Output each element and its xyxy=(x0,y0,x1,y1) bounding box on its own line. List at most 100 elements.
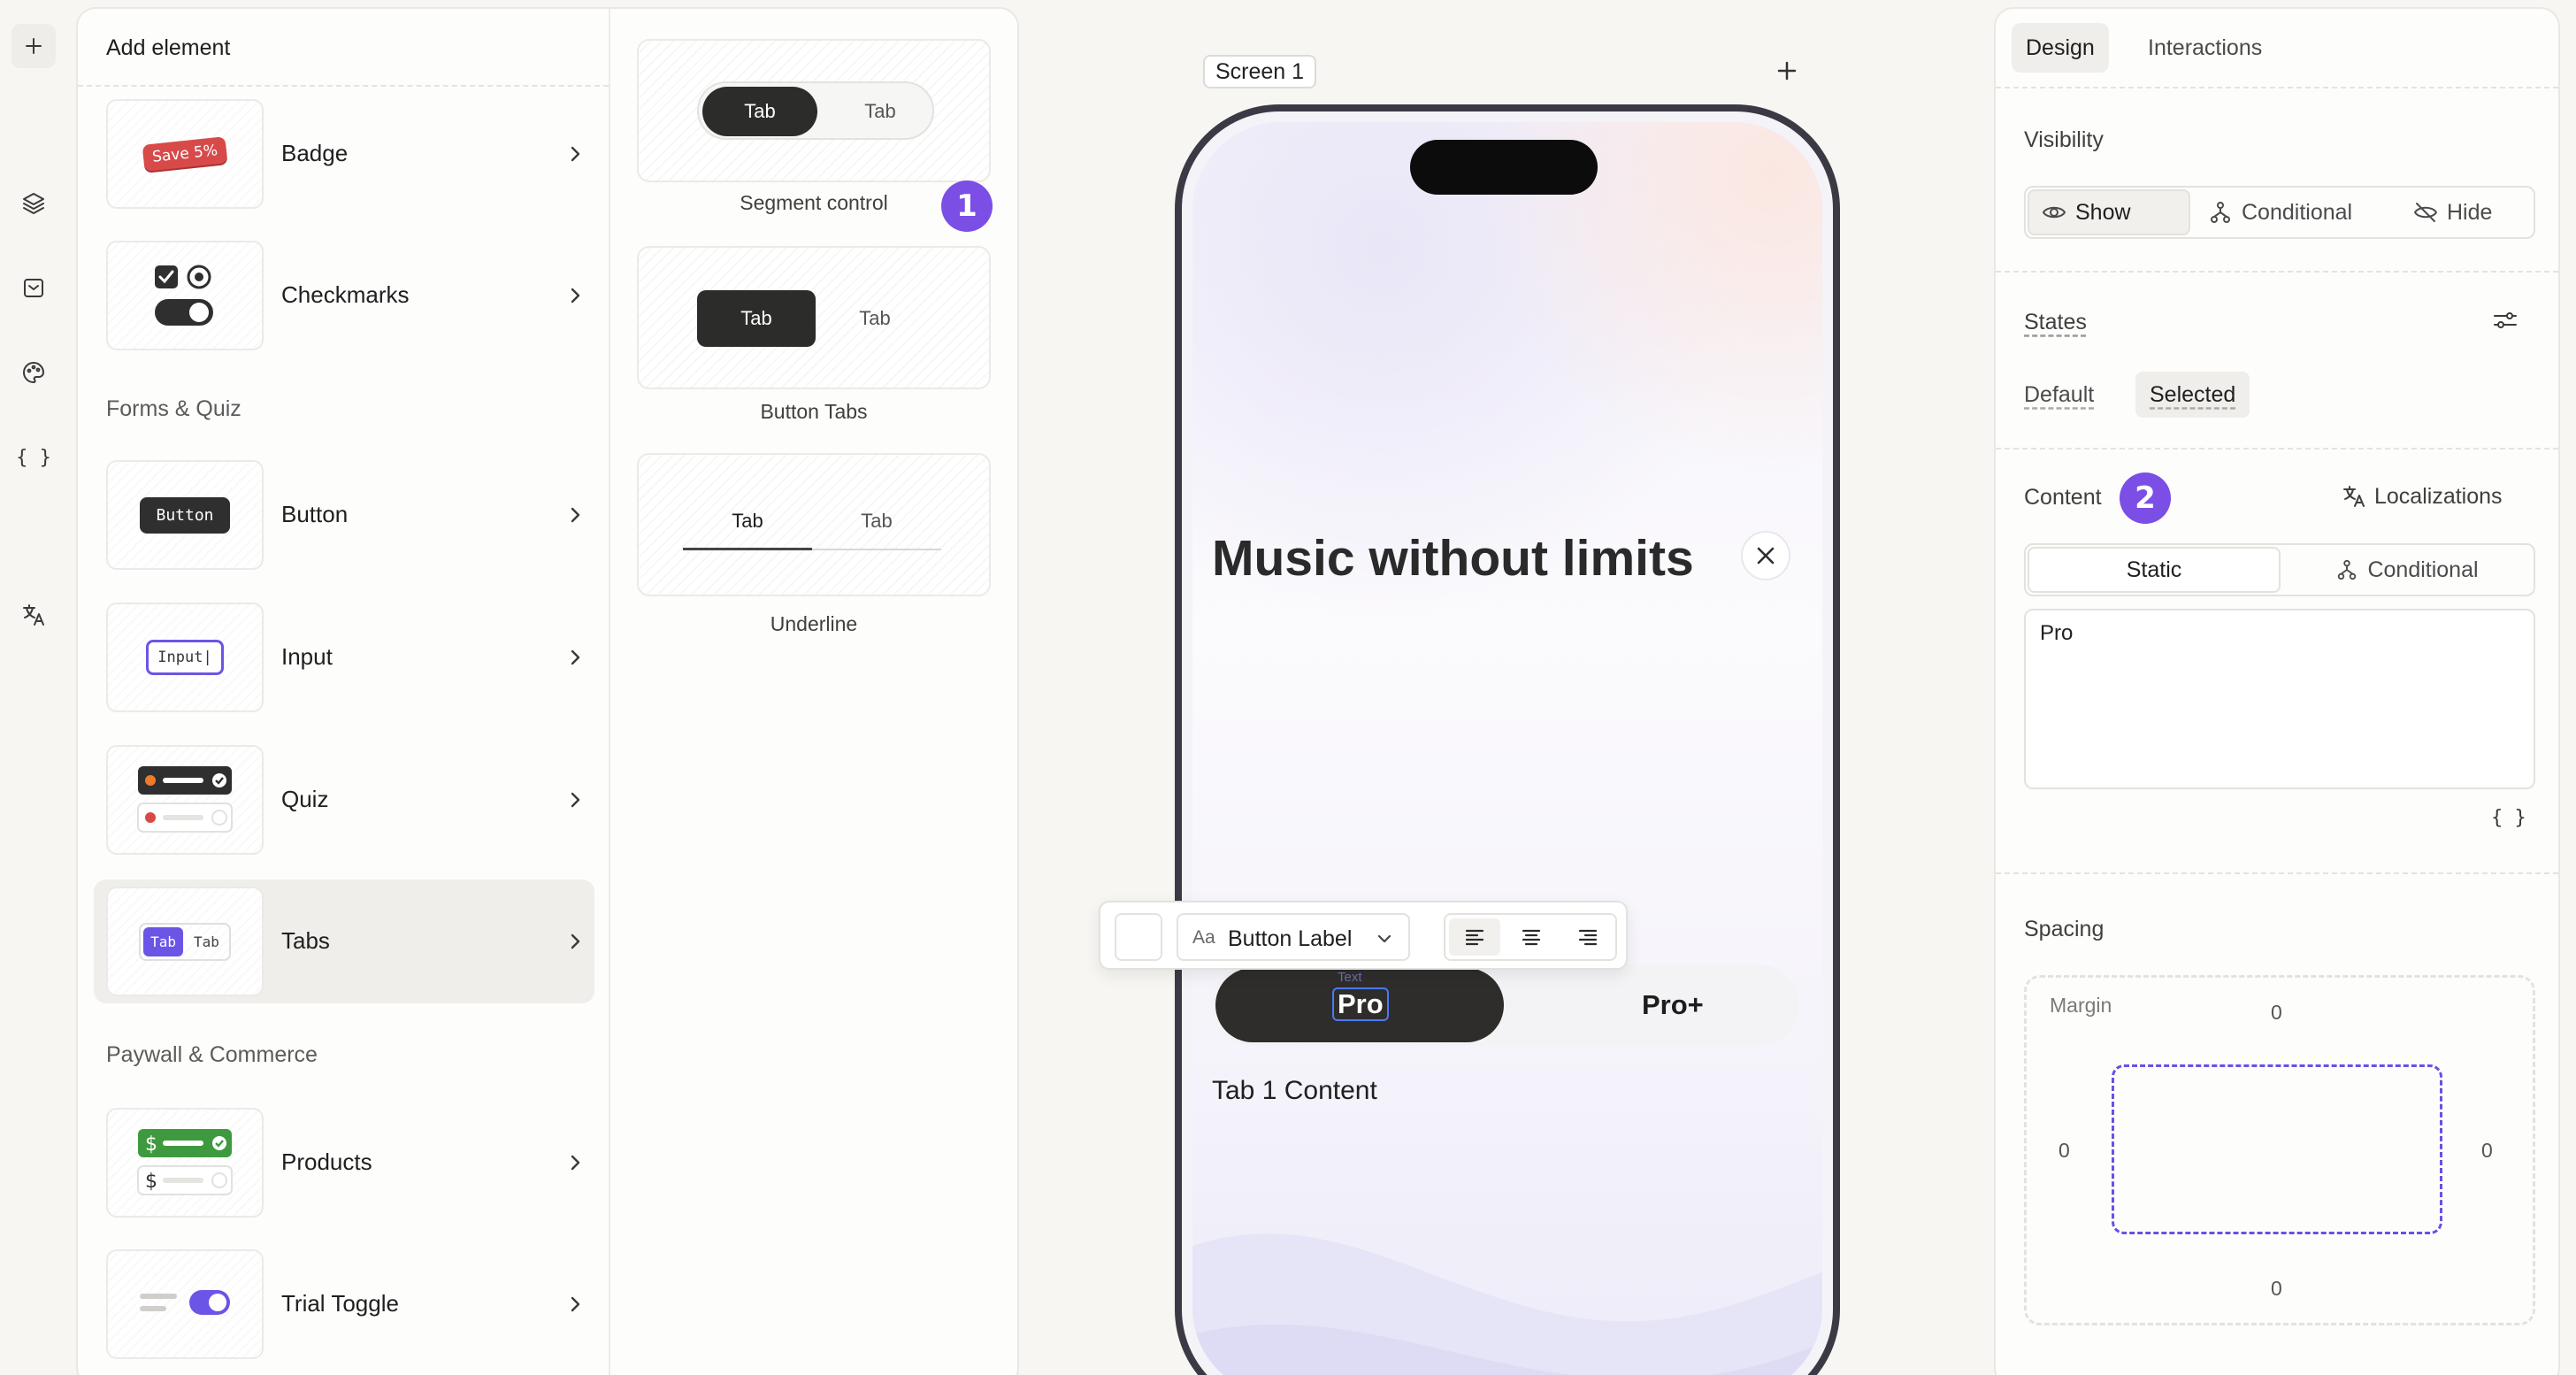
phone-screen: Music without limits Text Pro Pro+ Tab 1… xyxy=(1192,122,1822,1375)
close-icon xyxy=(1757,547,1775,565)
button-preview: Button xyxy=(140,496,230,534)
tab-pro[interactable]: Text Pro xyxy=(1215,968,1504,1042)
element-item-checkmarks[interactable]: Checkmarks xyxy=(94,234,594,357)
align-center-button[interactable] xyxy=(1506,918,1557,956)
element-item-tabs[interactable]: Tab Tab Tabs xyxy=(94,880,594,1003)
element-label: Checkmarks xyxy=(281,281,410,308)
tab-pro-plus[interactable]: Pro+ xyxy=(1642,989,1704,1021)
tab-design[interactable]: Design xyxy=(2012,23,2109,73)
align-right-button[interactable] xyxy=(1562,918,1614,956)
text-align-group xyxy=(1444,913,1617,961)
visibility-conditional-label: Conditional xyxy=(2242,199,2353,225)
layers-button[interactable] xyxy=(12,181,56,225)
chevron-right-icon xyxy=(571,1155,580,1171)
align-left-button[interactable] xyxy=(1449,918,1500,956)
variant-label: Segment control xyxy=(740,191,888,214)
category-forms-quiz: Forms & Quiz xyxy=(106,396,242,421)
element-label: Products xyxy=(281,1148,372,1175)
visibility-show-label: Show xyxy=(2075,199,2131,225)
content-conditional-option[interactable]: Conditional xyxy=(2282,547,2532,593)
visibility-hide-label: Hide xyxy=(2447,199,2493,225)
screen-name-label[interactable]: Screen 1 xyxy=(1203,55,1317,88)
layers-icon xyxy=(23,193,44,214)
margin-right-value[interactable]: 0 xyxy=(2481,1139,2493,1163)
products-preview-icon: $ $ xyxy=(137,1129,233,1195)
tabs-preview: Tab Tab xyxy=(139,922,231,961)
text-color-swatch[interactable] xyxy=(1115,913,1162,961)
element-box xyxy=(2112,1064,2442,1234)
phone-frame: Music without limits Text Pro Pro+ Tab 1… xyxy=(1175,104,1840,1375)
svg-text:$: $ xyxy=(145,1133,157,1156)
element-item-trial-toggle[interactable]: Trial Toggle xyxy=(94,1242,594,1366)
element-item-badge[interactable]: Save 5% Badge xyxy=(94,92,594,216)
content-static-label: Static xyxy=(2126,557,2182,582)
variant-segment-control[interactable]: Tab Tab xyxy=(637,39,991,182)
variant-label: Button Tabs xyxy=(760,400,868,423)
margin-top-value[interactable]: 0 xyxy=(2271,1001,2282,1025)
button-thumbnail: Button xyxy=(106,460,264,570)
visibility-show-button[interactable]: Show xyxy=(2028,189,2190,235)
section-divider xyxy=(1996,87,2558,88)
element-label: Button xyxy=(281,501,349,527)
tabs-preview-inactive: Tab xyxy=(194,933,219,950)
variables-braces-button[interactable]: { } xyxy=(2491,807,2526,829)
text-layer-hint: Text xyxy=(1338,970,1362,985)
button-tab-inactive: Tab xyxy=(859,307,891,329)
localizations-button[interactable]: Localizations xyxy=(2341,483,2503,510)
tab-content-text[interactable]: Tab 1 Content xyxy=(1212,1076,1377,1106)
section-divider xyxy=(1996,448,2558,449)
chevron-right-icon xyxy=(571,507,580,523)
spacing-label: Spacing xyxy=(2024,917,2104,941)
margin-left-value[interactable]: 0 xyxy=(2058,1139,2070,1163)
element-item-button[interactable]: Button Button xyxy=(94,453,594,577)
state-default[interactable]: Default xyxy=(2010,372,2108,418)
visibility-conditional-button[interactable]: Conditional xyxy=(2196,189,2365,235)
assets-button[interactable] xyxy=(12,265,56,310)
element-item-products[interactable]: $ $ Products xyxy=(94,1101,594,1225)
segment-tab-active: Tab xyxy=(702,87,817,136)
element-label: Badge xyxy=(281,140,349,166)
headline-text[interactable]: Music without limits xyxy=(1212,529,1694,588)
background-wave xyxy=(1192,1233,1822,1375)
margin-label: Margin xyxy=(2050,994,2112,1017)
tabs-element[interactable]: Text Pro Pro+ xyxy=(1212,964,1799,1046)
phone-bezel: Music without limits Text Pro Pro+ Tab 1… xyxy=(1182,111,1833,1375)
add-element-button[interactable] xyxy=(12,24,56,68)
underline-tab-inactive: Tab xyxy=(812,494,941,550)
category-paywall-commerce: Paywall & Commerce xyxy=(106,1042,318,1067)
state-selected[interactable]: Selected xyxy=(2135,372,2250,418)
theme-button[interactable] xyxy=(12,350,56,395)
segment-tab-inactive: Tab xyxy=(864,100,896,122)
translate-button[interactable] xyxy=(12,593,56,637)
font-icon: Aa xyxy=(1192,927,1215,948)
tabs-preview-active: Tab xyxy=(143,926,183,956)
margin-bottom-value[interactable]: 0 xyxy=(2271,1277,2282,1301)
variant-underline[interactable]: Tab Tab xyxy=(637,453,991,596)
font-style-select[interactable]: Aa Button Label xyxy=(1177,913,1410,961)
quiz-thumbnail xyxy=(106,745,264,855)
element-item-quiz[interactable]: Quiz xyxy=(94,738,594,862)
align-left-icon xyxy=(1465,929,1484,946)
tab-interactions[interactable]: Interactions xyxy=(2134,23,2276,73)
tab-pro-label[interactable]: Pro xyxy=(1332,987,1389,1021)
visibility-hide-button[interactable]: Hide xyxy=(2401,189,2504,235)
variables-button[interactable]: { } xyxy=(12,435,56,480)
content-static-option[interactable]: Static xyxy=(2028,547,2281,593)
chevron-right-icon xyxy=(571,288,580,303)
chevron-down-icon xyxy=(1377,934,1392,943)
eye-off-icon xyxy=(2414,203,2437,222)
properties-panel: Design Interactions Visibility Show Cond… xyxy=(1994,7,2560,1375)
element-item-input[interactable]: Input| Input xyxy=(94,595,594,719)
close-button[interactable] xyxy=(1741,531,1790,580)
sliders-icon[interactable] xyxy=(2491,306,2519,334)
variant-button-tabs[interactable]: Tab Tab xyxy=(637,246,991,389)
add-screen-icon[interactable] xyxy=(1773,57,1801,85)
tabs-thumbnail: Tab Tab xyxy=(106,887,264,996)
input-thumbnail: Input| xyxy=(106,603,264,712)
content-label: Content xyxy=(2024,485,2102,510)
element-label: Input xyxy=(281,643,333,670)
segment-preview: Tab Tab xyxy=(697,81,934,140)
content-text-field[interactable]: Pro xyxy=(2024,609,2535,789)
checkmarks-thumbnail xyxy=(106,241,264,350)
add-element-panel: Add element Save 5% Badge Checkmarks For… xyxy=(76,7,1019,1375)
